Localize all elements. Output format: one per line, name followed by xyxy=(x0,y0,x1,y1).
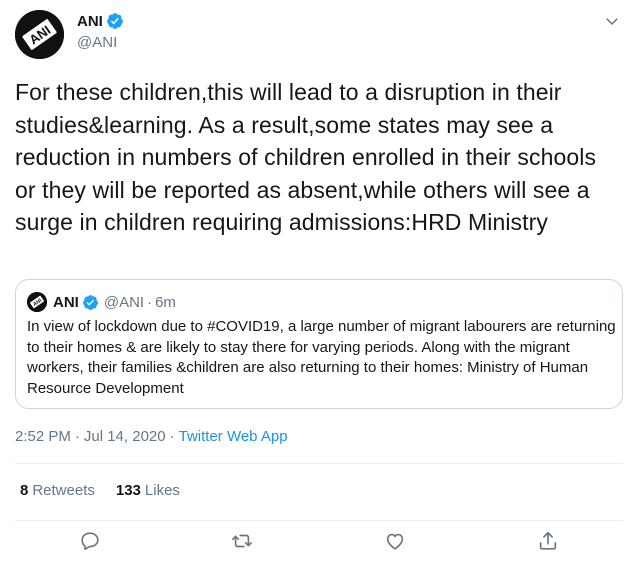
tweet-date[interactable]: Jul 14, 2020 xyxy=(84,428,166,445)
divider xyxy=(15,463,623,464)
tweet-meta: 2:52 PM · Jul 14, 2020 · Twitter Web App xyxy=(15,428,288,445)
retweets-label: Retweets xyxy=(32,482,95,499)
tweet-text: For these children,this will lead to a d… xyxy=(15,79,597,235)
tweet-stats: 8 Retweets 133 Likes xyxy=(20,482,201,499)
author-handle[interactable]: @ANI xyxy=(77,34,124,51)
quoted-avatar: ANI xyxy=(27,292,47,312)
tweet-time[interactable]: 2:52 PM xyxy=(15,428,71,445)
quoted-tweet-text: In view of lockdown due to #COVID19, a l… xyxy=(27,318,616,397)
retweet-icon[interactable] xyxy=(231,530,255,554)
like-icon[interactable] xyxy=(384,530,408,554)
quoted-display-name: ANI xyxy=(53,293,79,311)
display-name[interactable]: ANI xyxy=(77,13,103,30)
share-icon[interactable] xyxy=(537,530,561,554)
likes-label: Likes xyxy=(144,482,180,499)
divider xyxy=(15,520,623,521)
quoted-timestamp: 6m xyxy=(155,293,176,311)
tweet-source-link[interactable]: Twitter Web App xyxy=(179,428,288,445)
avatar[interactable]: ANI xyxy=(15,10,64,59)
meta-separator: · xyxy=(169,428,175,445)
verified-badge-icon xyxy=(82,294,99,311)
quoted-tweet-header: ANI ANI @ANI · 6m xyxy=(27,291,176,313)
verified-badge-icon xyxy=(106,12,124,30)
likes-stat[interactable]: 133 Likes xyxy=(116,482,180,499)
quoted-tweet[interactable]: ANI ANI @ANI · 6m In view of lockdown du… xyxy=(15,279,623,409)
quoted-handle: @ANI xyxy=(103,293,145,311)
retweets-stat[interactable]: 8 Retweets xyxy=(20,482,95,499)
chevron-down-icon[interactable] xyxy=(603,12,621,30)
likes-count: 133 xyxy=(115,482,141,499)
retweets-count: 8 xyxy=(20,482,29,499)
tweet-header: ANI ANI @ANI xyxy=(15,10,623,60)
display-name-row: ANI xyxy=(77,11,124,31)
meta-separator: · xyxy=(74,428,80,445)
author-names: ANI @ANI xyxy=(77,11,124,51)
quoted-separator: · xyxy=(147,293,153,311)
ani-logo: ANI xyxy=(15,10,64,59)
reply-icon[interactable] xyxy=(79,530,103,554)
tweet-actions xyxy=(15,530,623,556)
